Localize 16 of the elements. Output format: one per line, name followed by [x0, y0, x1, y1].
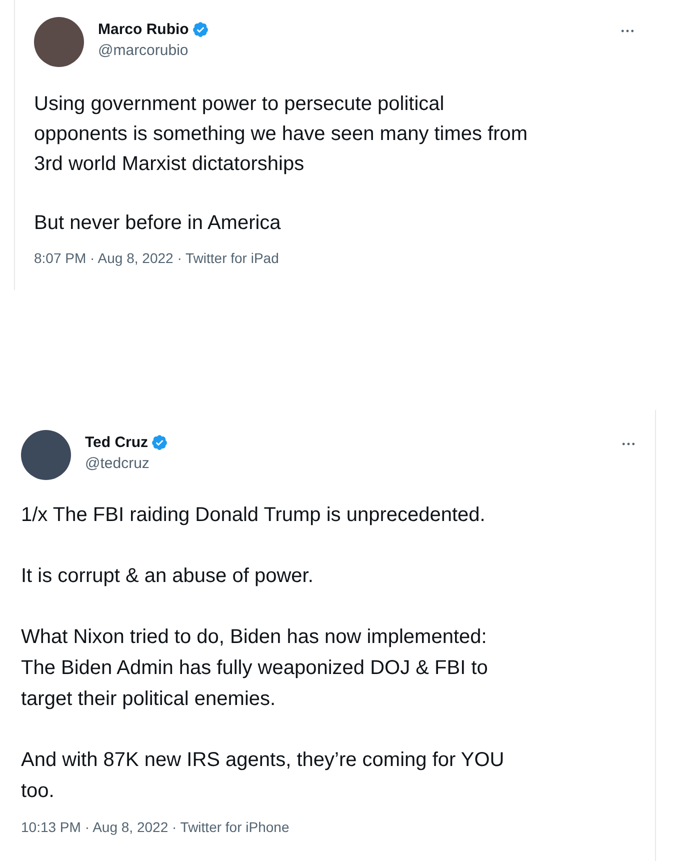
tweet-text: 1/x The FBI raiding Donald Trump is unprecedented. [21, 503, 486, 528]
tweet-text: Using government power to persecute political opponents is something we have seen many times from 3rd world Marxist dictatorships [34, 92, 529, 177]
author-handle[interactable]: @marcorubio [98, 42, 621, 59]
tweet-text: And with 87K new IRS agents, they’re coming for YOU too. [21, 748, 506, 804]
tweet-timestamp[interactable]: 10:13 PM · Aug 8, 2022 · Twitter for iPhone [21, 819, 290, 835]
author-name[interactable]: Marco Rubio [98, 21, 189, 38]
tweet-timestamp[interactable]: 8:07 PM · Aug 8, 2022 · Twitter for iPad [34, 250, 279, 266]
author-handle[interactable]: @tedcruz [85, 455, 622, 472]
avatar-photo-placeholder[interactable] [34, 17, 84, 67]
more-icon[interactable] [622, 442, 635, 446]
avatar-photo-placeholder[interactable] [21, 430, 71, 480]
author-name[interactable]: Ted Cruz [85, 434, 148, 451]
tweet-text: It is corrupt & an abuse of power. [21, 564, 314, 589]
tweet-text: But never before in America [34, 211, 282, 236]
tweet-text: What Nixon tried to do, Biden has now implemented: The Biden Admin has fully weaponized DOJ & FBI to target their political enemies. [21, 625, 489, 712]
more-icon[interactable] [621, 29, 634, 33]
